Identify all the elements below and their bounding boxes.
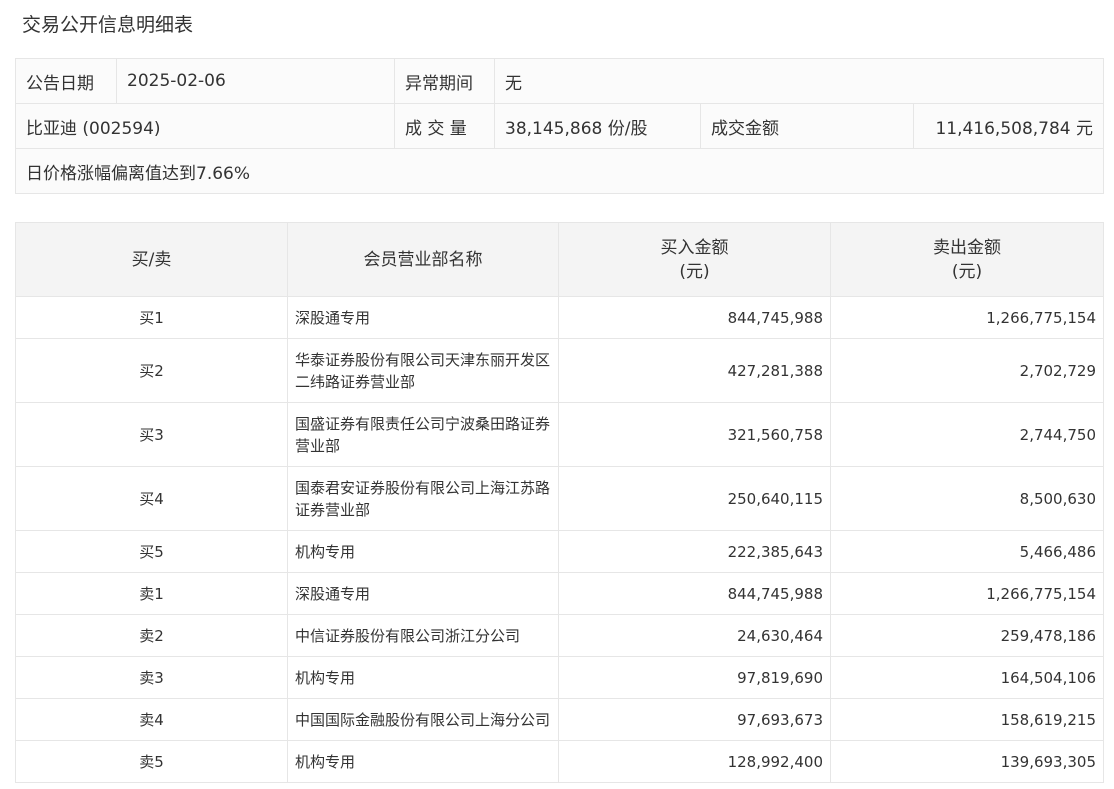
branch-name-line1: 中信证券股份有限公司浙江分公司: [295, 626, 521, 645]
row-side: 买2: [15, 338, 288, 403]
abnormal-label: 异常期间: [394, 58, 495, 104]
row-side: 买1: [15, 296, 288, 339]
branch-name-line2: 证券营业部: [295, 500, 371, 519]
table-body: 买1 深股通专用 844,745,988 1,266,775,154 买2 华泰证券股份有…: [15, 296, 1104, 783]
row-side: 卖2: [15, 614, 288, 657]
abnormal-value: 无: [493, 58, 1105, 104]
volume-label: 成 交 量: [394, 103, 495, 149]
branch-name-line1: 深股通专用: [295, 308, 371, 327]
row-branch-name: 国盛证券有限责任公司宁波桑田路证券 营业部: [287, 402, 559, 467]
row-sell-amount: 1,266,775,154: [830, 572, 1104, 615]
row-side: 买4: [15, 466, 288, 531]
row-side: 买5: [15, 530, 288, 573]
branch-name-line1: 机构专用: [295, 668, 356, 687]
branch-name-line2: 营业部: [295, 436, 341, 455]
row-branch-name: 深股通专用: [287, 296, 559, 339]
row-buy-amount: 97,693,673: [558, 698, 831, 741]
header-side: 买/卖: [15, 222, 288, 297]
info-row-stock: 比亚迪 (002594) 成 交 量 38,145,868 份/股 成交金额 1…: [15, 103, 1105, 149]
table-header-row: 买/卖 会员营业部名称 买入金额 (元) 卖出金额 (元): [15, 222, 1104, 297]
row-buy-amount: 97,819,690: [558, 656, 831, 699]
row-buy-amount: 844,745,988: [558, 296, 831, 339]
row-branch-name: 机构专用: [287, 656, 559, 699]
branch-name-line1: 中国国际金融股份有限公司上海分公司: [295, 710, 551, 729]
reason-text: 日价格涨幅偏离值达到7.66%: [14, 148, 1105, 194]
row-buy-amount: 128,992,400: [558, 740, 831, 783]
row-branch-name: 深股通专用: [287, 572, 559, 615]
stock-name: 比亚迪 (002594): [15, 103, 395, 149]
page-title: 交易公开信息明细表: [22, 14, 194, 36]
row-sell-amount: 259,478,186: [830, 614, 1104, 657]
branch-name-line1: 国泰君安证券股份有限公司上海江苏路: [295, 478, 551, 497]
amount-label: 成交金额: [700, 103, 914, 149]
table-row: 买3 国盛证券有限责任公司宁波桑田路证券 营业部 321,560,758 2,744,7…: [15, 402, 1104, 467]
row-branch-name: 华泰证券股份有限公司天津东丽开发区 二纬路证券营业部: [287, 338, 559, 403]
row-buy-amount: 24,630,464: [558, 614, 831, 657]
table-row: 卖1 深股通专用 844,745,988 1,266,775,154: [15, 572, 1104, 615]
branch-name-line1: 机构专用: [295, 752, 356, 771]
branch-name-line1: 华泰证券股份有限公司天津东丽开发区: [295, 350, 551, 369]
row-buy-amount: 321,560,758: [558, 402, 831, 467]
row-sell-amount: 2,702,729: [830, 338, 1104, 403]
row-sell-amount: 8,500,630: [830, 466, 1104, 531]
header-sell: 卖出金额 (元): [830, 222, 1104, 297]
header-buy-title: 买入金额: [660, 237, 729, 258]
row-branch-name: 机构专用: [287, 530, 559, 573]
row-branch-name: 中信证券股份有限公司浙江分公司: [287, 614, 559, 657]
info-row-reason: 日价格涨幅偏离值达到7.66%: [14, 148, 1105, 194]
header-sell-title: 卖出金额: [933, 237, 1001, 258]
table-row: 卖5 机构专用 128,992,400 139,693,305: [15, 740, 1104, 783]
info-table: 公告日期 2025-02-06 异常期间 无 比亚迪 (002594) 成 交 …: [14, 58, 1105, 194]
branch-name-line1: 深股通专用: [295, 584, 371, 603]
table-row: 买2 华泰证券股份有限公司天津东丽开发区 二纬路证券营业部 427,281,388 2,…: [15, 338, 1104, 403]
row-side: 卖3: [15, 656, 288, 699]
table-row: 卖2 中信证券股份有限公司浙江分公司 24,630,464 259,478,186: [15, 614, 1104, 657]
row-sell-amount: 1,266,775,154: [830, 296, 1104, 339]
header-buy: 买入金额 (元): [558, 222, 831, 297]
branch-name-line1: 国盛证券有限责任公司宁波桑田路证券: [295, 414, 551, 433]
date-value: 2025-02-06: [116, 58, 395, 104]
row-side: 卖4: [15, 698, 288, 741]
row-buy-amount: 844,745,988: [558, 572, 831, 615]
row-side: 卖1: [15, 572, 288, 615]
volume-value: 38,145,868 份/股: [494, 103, 701, 149]
table-row: 卖3 机构专用 97,819,690 164,504,106: [15, 656, 1104, 699]
row-sell-amount: 158,619,215: [830, 698, 1104, 741]
info-row-date: 公告日期 2025-02-06 异常期间 无: [15, 58, 1105, 104]
header-name: 会员营业部名称: [287, 222, 559, 297]
trade-table: 买/卖 会员营业部名称 买入金额 (元) 卖出金额 (元) 买1 深股通专用 844…: [15, 222, 1104, 783]
row-buy-amount: 427,281,388: [558, 338, 831, 403]
table-row: 买1 深股通专用 844,745,988 1,266,775,154: [15, 296, 1104, 339]
branch-name-line1: 机构专用: [295, 542, 356, 561]
row-sell-amount: 139,693,305: [830, 740, 1104, 783]
row-buy-amount: 222,385,643: [558, 530, 831, 573]
row-side: 卖5: [15, 740, 288, 783]
row-sell-amount: 5,466,486: [830, 530, 1104, 573]
amount-value: 11,416,508,784 元: [912, 103, 1105, 149]
header-buy-unit: (元): [679, 261, 710, 282]
date-label: 公告日期: [15, 58, 117, 104]
table-row: 卖4 中国国际金融股份有限公司上海分公司 97,693,673 158,619,215: [15, 698, 1104, 741]
row-branch-name: 国泰君安证券股份有限公司上海江苏路 证券营业部: [287, 466, 559, 531]
row-branch-name: 机构专用: [287, 740, 559, 783]
row-branch-name: 中国国际金融股份有限公司上海分公司: [287, 698, 559, 741]
row-sell-amount: 2,744,750: [830, 402, 1104, 467]
table-row: 买5 机构专用 222,385,643 5,466,486: [15, 530, 1104, 573]
row-side: 买3: [15, 402, 288, 467]
table-row: 买4 国泰君安证券股份有限公司上海江苏路 证券营业部 250,640,115 8,500…: [15, 466, 1104, 531]
branch-name-line2: 二纬路证券营业部: [295, 372, 416, 391]
row-sell-amount: 164,504,106: [830, 656, 1104, 699]
row-buy-amount: 250,640,115: [558, 466, 831, 531]
header-sell-unit: (元): [951, 261, 983, 282]
